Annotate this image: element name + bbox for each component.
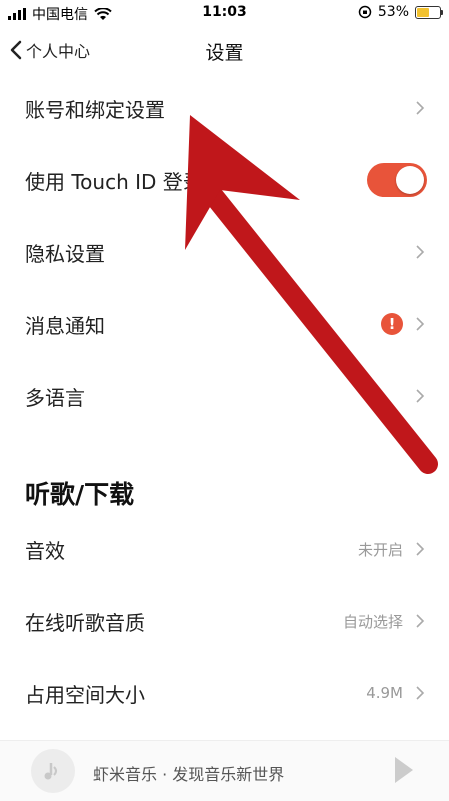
row-right <box>413 389 427 403</box>
row-sound-effect[interactable]: 音效 未开启 <box>0 513 449 585</box>
mini-player-bar: 虾米音乐 · 发现音乐新世界 <box>0 740 449 801</box>
row-label: 消息通知 <box>25 313 105 338</box>
chevron-right-icon <box>416 542 425 556</box>
row-value: 未开启 <box>357 540 403 559</box>
player-tagline: 虾米音乐 · 发现音乐新世界 <box>93 765 285 784</box>
toggle-knob <box>396 166 424 194</box>
player-cover[interactable] <box>31 749 75 793</box>
row-online-quality[interactable]: 在线听歌音质 自动选择 <box>0 585 449 657</box>
row-right: ! <box>381 313 427 335</box>
row-language[interactable]: 多语言 <box>0 360 449 432</box>
row-label: 在线听歌音质 <box>25 610 145 635</box>
page-title: 设置 <box>205 42 244 64</box>
row-account-binding[interactable]: 账号和绑定设置 <box>0 72 449 144</box>
row-label: 隐私设置 <box>25 241 105 266</box>
orientation-lock-icon <box>358 5 372 19</box>
row-privacy[interactable]: 隐私设置 <box>0 216 449 288</box>
row-right: 自动选择 <box>343 611 427 632</box>
section-title: 听歌/下载 <box>25 480 135 509</box>
row-right: 4.9M <box>366 684 427 702</box>
battery-icon <box>415 5 443 19</box>
chevron-right-icon <box>416 614 425 628</box>
row-label: 多语言 <box>25 385 85 410</box>
battery-fill <box>417 7 429 17</box>
chevron-right-icon <box>416 245 425 259</box>
row-label: 使用 Touch ID 登录 <box>25 169 203 194</box>
battery-percent: 53% <box>377 4 409 20</box>
row-right: 未开启 <box>358 539 427 560</box>
row-value: 4.9M <box>366 684 403 702</box>
chevron-right-icon <box>416 317 425 331</box>
chevron-right-icon <box>416 389 425 403</box>
status-right: 53% <box>358 4 443 20</box>
row-right <box>413 101 427 115</box>
music-note-icon <box>44 763 57 780</box>
row-storage[interactable]: 占用空间大小 4.9M <box>0 657 449 729</box>
row-notifications[interactable]: 消息通知 ! <box>0 288 449 360</box>
row-right <box>367 163 427 197</box>
nav-bar: 个人中心 设置 <box>0 26 449 76</box>
row-touch-id: 使用 Touch ID 登录 <box>0 144 449 216</box>
play-button[interactable] <box>395 757 413 783</box>
touch-id-toggle[interactable] <box>367 163 427 197</box>
row-value: 自动选择 <box>342 612 403 631</box>
row-right <box>413 245 427 259</box>
row-label: 音效 <box>25 538 65 563</box>
alert-badge: ! <box>381 313 403 335</box>
chevron-right-icon <box>416 686 425 700</box>
row-label: 账号和绑定设置 <box>25 97 165 122</box>
chevron-right-icon <box>416 101 425 115</box>
row-label: 占用空间大小 <box>25 682 145 707</box>
status-bar: 中国电信 11:03 53% <box>0 0 449 26</box>
